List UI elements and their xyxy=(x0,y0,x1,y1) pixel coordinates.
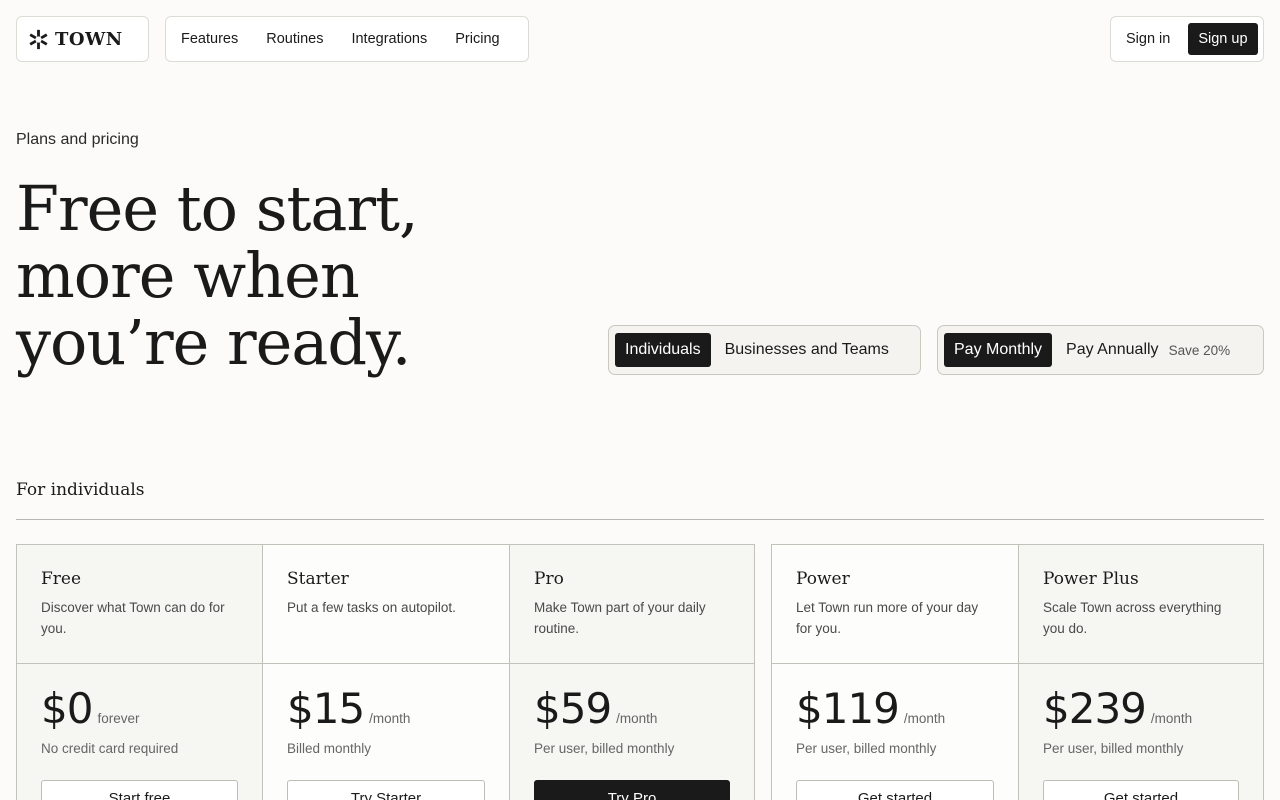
brand-name: TOWN xyxy=(55,28,123,50)
brand-logo[interactable]: TOWN xyxy=(16,16,149,62)
toggle-pay-annually[interactable]: Pay Annually xyxy=(1056,333,1169,367)
plan-billing-note: No credit card required xyxy=(41,741,179,756)
plan-description: Make Town part of your daily routine. xyxy=(534,600,706,636)
section-title: For individuals xyxy=(16,480,145,500)
plan-price: $119 xyxy=(796,684,900,733)
toggle-pay-monthly[interactable]: Pay Monthly xyxy=(944,333,1053,367)
auth-actions: Sign in Sign up xyxy=(1110,16,1264,62)
plan-billing-note: Per user, billed monthly xyxy=(796,741,937,756)
plan-price: $0 xyxy=(41,684,93,733)
plan-cta-button[interactable]: Get started xyxy=(796,780,994,800)
nav-pricing[interactable]: Pricing xyxy=(455,31,499,47)
plan-name: Power xyxy=(796,569,850,589)
nav-integrations[interactable]: Integrations xyxy=(351,31,427,47)
nav-routines[interactable]: Routines xyxy=(266,31,323,47)
title-line-1: Free to start, xyxy=(16,172,419,245)
sign-up-button[interactable]: Sign up xyxy=(1188,23,1258,55)
plan-description: Discover what Town can do for you. xyxy=(41,600,225,636)
plan-name: Free xyxy=(41,569,82,589)
plan-group-power: Power Let Town run more of your day for … xyxy=(771,544,1264,800)
plan-period: /month xyxy=(369,711,411,726)
section-divider xyxy=(16,519,1264,520)
plan-period: /month xyxy=(616,711,658,726)
plan-price: $239 xyxy=(1043,684,1147,733)
toggle-businesses-teams[interactable]: Businesses and Teams xyxy=(715,333,899,367)
plan-billing-note: Billed monthly xyxy=(287,741,372,756)
plan-description: Put a few tasks on autopilot. xyxy=(287,600,456,615)
plan-card-starter: Starter Put a few tasks on autopilot. $1… xyxy=(263,545,510,800)
billing-toggle: Pay Monthly Pay Annually Save 20% xyxy=(937,325,1264,375)
plan-price: $59 xyxy=(534,684,612,733)
title-line-2: more when xyxy=(16,239,360,312)
toggle-individuals[interactable]: Individuals xyxy=(615,333,711,367)
plan-cta-button[interactable]: Try Starter xyxy=(287,780,485,800)
plan-price: $15 xyxy=(287,684,365,733)
plan-billing-note: Per user, billed monthly xyxy=(534,741,675,756)
nav-features[interactable]: Features xyxy=(181,31,238,47)
plan-cta-button[interactable]: Try Pro xyxy=(534,780,730,800)
plan-card-free: Free Discover what Town can do for you. … xyxy=(17,545,263,800)
plan-card-power-plus: Power Plus Scale Town across everything … xyxy=(1019,545,1263,800)
plan-billing-note: Per user, billed monthly xyxy=(1043,741,1184,756)
plan-period: /month xyxy=(1150,711,1193,726)
audience-toggle: Individuals Businesses and Teams xyxy=(608,325,921,375)
plan-description: Scale Town across everything you do. xyxy=(1043,600,1222,636)
save-badge: Save 20% xyxy=(1168,342,1231,358)
plan-card-power: Power Let Town run more of your day for … xyxy=(772,545,1019,800)
plan-period: /month xyxy=(903,711,946,726)
asterisk-star-icon xyxy=(29,29,48,49)
plan-description: Let Town run more of your day for you. xyxy=(796,600,979,636)
plan-card-pro: Pro Make Town part of your daily routine… xyxy=(510,545,754,800)
sign-in-link[interactable]: Sign in xyxy=(1126,31,1170,47)
plan-name: Starter xyxy=(287,569,349,589)
plan-cta-button[interactable]: Start free xyxy=(41,780,238,800)
main-nav: Features Routines Integrations Pricing xyxy=(165,16,529,62)
page-title: Free to start, more when you’re ready. xyxy=(16,172,419,379)
plan-period: forever xyxy=(97,711,140,726)
plan-name: Power Plus xyxy=(1043,569,1139,589)
page-eyebrow: Plans and pricing xyxy=(16,131,139,148)
plan-cta-button[interactable]: Get started xyxy=(1043,780,1239,800)
title-line-3: you’re ready. xyxy=(16,306,412,379)
plan-group-basic: Free Discover what Town can do for you. … xyxy=(16,544,755,800)
plan-name: Pro xyxy=(534,569,564,589)
